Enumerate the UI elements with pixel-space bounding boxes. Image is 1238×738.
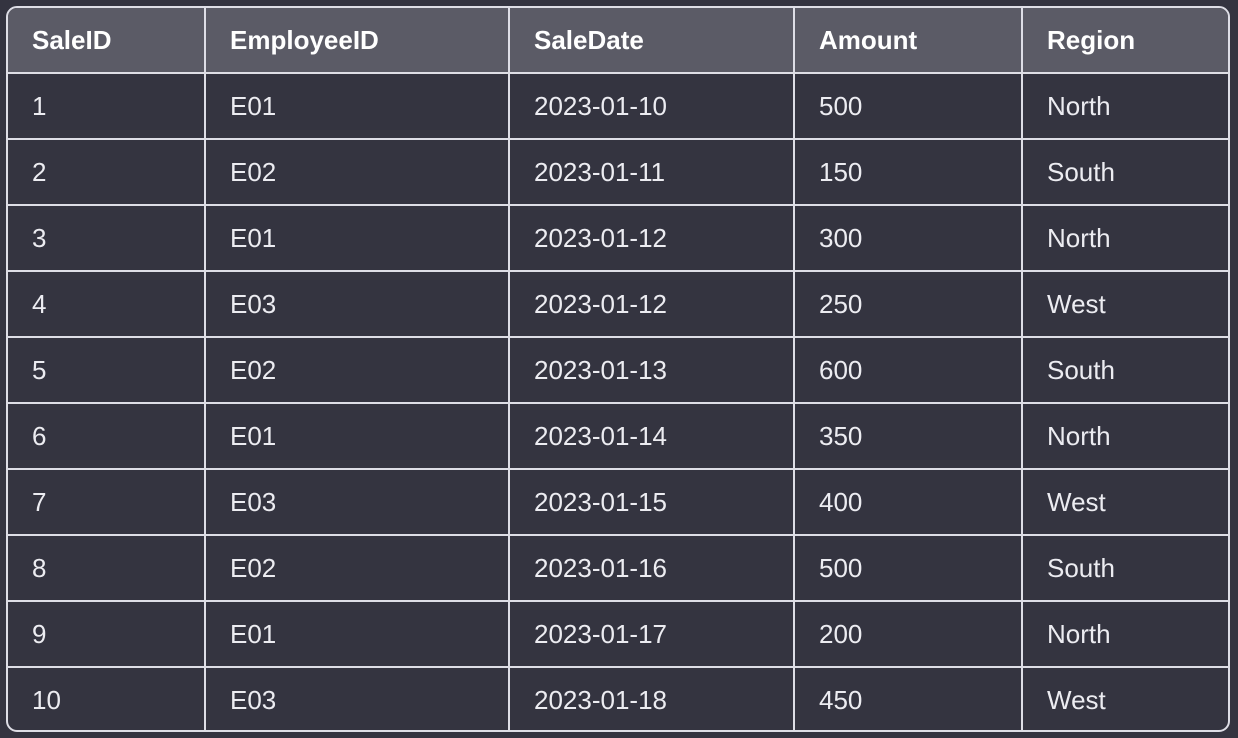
cell-saledate: 2023-01-17 bbox=[508, 600, 795, 668]
table-row: 5 E02 2023-01-13 600 South bbox=[8, 336, 1228, 404]
cell-region: North bbox=[1021, 72, 1228, 140]
cell-employeeid: E03 bbox=[204, 468, 510, 536]
cell-region: North bbox=[1021, 402, 1228, 470]
header-row: SaleID EmployeeID SaleDate Amount Region bbox=[8, 8, 1228, 74]
cell-employeeid: E02 bbox=[204, 336, 510, 404]
column-header-region: Region bbox=[1021, 8, 1228, 74]
cell-amount: 400 bbox=[793, 468, 1023, 536]
cell-saledate: 2023-01-10 bbox=[508, 72, 795, 140]
cell-saleid: 4 bbox=[8, 270, 206, 338]
cell-saleid: 3 bbox=[8, 204, 206, 272]
cell-saledate: 2023-01-14 bbox=[508, 402, 795, 470]
cell-employeeid: E01 bbox=[204, 402, 510, 470]
cell-region: South bbox=[1021, 534, 1228, 602]
sales-table-container: SaleID EmployeeID SaleDate Amount Region… bbox=[6, 6, 1230, 732]
table-body: 1 E01 2023-01-10 500 North 2 E02 2023-01… bbox=[8, 72, 1228, 730]
cell-saleid: 6 bbox=[8, 402, 206, 470]
table-row: 2 E02 2023-01-11 150 South bbox=[8, 138, 1228, 206]
cell-saledate: 2023-01-13 bbox=[508, 336, 795, 404]
cell-employeeid: E01 bbox=[204, 600, 510, 668]
cell-employeeid: E03 bbox=[204, 270, 510, 338]
table-row: 6 E01 2023-01-14 350 North bbox=[8, 402, 1228, 470]
cell-saledate: 2023-01-11 bbox=[508, 138, 795, 206]
column-header-saleid: SaleID bbox=[8, 8, 206, 74]
cell-employeeid: E01 bbox=[204, 204, 510, 272]
table-row: 3 E01 2023-01-12 300 North bbox=[8, 204, 1228, 272]
table-row: 9 E01 2023-01-17 200 North bbox=[8, 600, 1228, 668]
cell-region: West bbox=[1021, 666, 1228, 730]
cell-region: North bbox=[1021, 600, 1228, 668]
cell-saledate: 2023-01-18 bbox=[508, 666, 795, 730]
cell-amount: 250 bbox=[793, 270, 1023, 338]
cell-saledate: 2023-01-12 bbox=[508, 204, 795, 272]
cell-employeeid: E03 bbox=[204, 666, 510, 730]
cell-region: North bbox=[1021, 204, 1228, 272]
cell-saleid: 5 bbox=[8, 336, 206, 404]
cell-amount: 500 bbox=[793, 72, 1023, 140]
table-row: 4 E03 2023-01-12 250 West bbox=[8, 270, 1228, 338]
cell-region: South bbox=[1021, 138, 1228, 206]
cell-employeeid: E02 bbox=[204, 534, 510, 602]
cell-saleid: 7 bbox=[8, 468, 206, 536]
cell-amount: 450 bbox=[793, 666, 1023, 730]
cell-employeeid: E01 bbox=[204, 72, 510, 140]
cell-saleid: 9 bbox=[8, 600, 206, 668]
table-row: 1 E01 2023-01-10 500 North bbox=[8, 72, 1228, 140]
cell-saledate: 2023-01-15 bbox=[508, 468, 795, 536]
cell-amount: 150 bbox=[793, 138, 1023, 206]
cell-amount: 300 bbox=[793, 204, 1023, 272]
sales-table: SaleID EmployeeID SaleDate Amount Region… bbox=[8, 8, 1228, 730]
cell-amount: 500 bbox=[793, 534, 1023, 602]
cell-region: West bbox=[1021, 270, 1228, 338]
column-header-employeeid: EmployeeID bbox=[204, 8, 510, 74]
cell-saledate: 2023-01-12 bbox=[508, 270, 795, 338]
cell-amount: 350 bbox=[793, 402, 1023, 470]
cell-region: West bbox=[1021, 468, 1228, 536]
table-row: 8 E02 2023-01-16 500 South bbox=[8, 534, 1228, 602]
column-header-saledate: SaleDate bbox=[508, 8, 795, 74]
cell-amount: 200 bbox=[793, 600, 1023, 668]
cell-saleid: 10 bbox=[8, 666, 206, 730]
cell-saleid: 1 bbox=[8, 72, 206, 140]
table-row: 7 E03 2023-01-15 400 West bbox=[8, 468, 1228, 536]
cell-saledate: 2023-01-16 bbox=[508, 534, 795, 602]
table-header: SaleID EmployeeID SaleDate Amount Region bbox=[8, 8, 1228, 74]
cell-employeeid: E02 bbox=[204, 138, 510, 206]
table-row: 10 E03 2023-01-18 450 West bbox=[8, 666, 1228, 730]
cell-saleid: 2 bbox=[8, 138, 206, 206]
cell-saleid: 8 bbox=[8, 534, 206, 602]
cell-amount: 600 bbox=[793, 336, 1023, 404]
cell-region: South bbox=[1021, 336, 1228, 404]
column-header-amount: Amount bbox=[793, 8, 1023, 74]
